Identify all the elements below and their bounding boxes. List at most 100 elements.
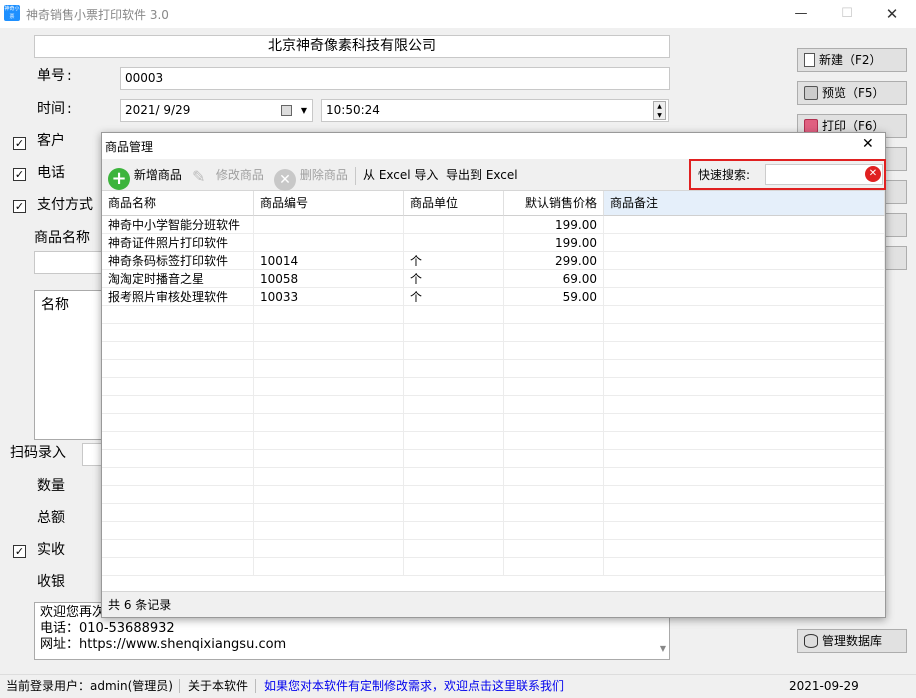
table-cell[interactable]: 淘淘定时播音之星 [102,270,254,288]
empty-cell [102,432,254,450]
empty-cell [504,342,604,360]
scan-label: 扫码录入 [10,445,66,461]
new-button[interactable]: 新建（F2） [797,48,907,72]
delete-icon: ✕ [274,169,296,191]
items-list[interactable]: 名称 [34,290,104,440]
close-button[interactable]: ✕ [869,0,915,28]
table-cell[interactable] [404,216,504,234]
scan-input[interactable] [82,443,102,466]
column-header-price[interactable]: 默认销售价格 [504,191,604,216]
empty-cell [404,432,504,450]
dialog-close-button[interactable]: ✕ [862,136,874,152]
order-no-label: 单号: [37,68,72,84]
table-cell[interactable] [604,216,885,234]
time-field[interactable]: 10:50:24 ▲ ▼ [321,99,669,122]
scroll-down-icon[interactable]: ▼ [660,641,666,657]
customer-checkbox[interactable]: ✓ [13,137,26,150]
delete-product-button[interactable]: ✕ 删除商品 [274,163,348,191]
import-excel-button[interactable]: 从 Excel 导入 [363,163,438,187]
about-link[interactable]: 关于本软件 [188,675,248,697]
empty-cell [404,378,504,396]
custom-contact-link[interactable]: 如果您对本软件有定制修改需求，欢迎点击这里联系我们 [264,675,564,697]
table-cell[interactable] [604,270,885,288]
order-no-field[interactable]: 00003 [120,67,670,90]
table-cell[interactable]: 个 [404,252,504,270]
minimize-button[interactable]: — [778,0,824,28]
phone-checkbox[interactable]: ✓ [13,168,26,181]
table-cell[interactable]: 个 [404,270,504,288]
empty-cell [604,558,885,576]
app-logo-icon: 神奇小票 [4,5,20,21]
dialog-toolbar: + 新增商品 ✎ 修改商品 ✕ 删除商品 从 Excel 导入 导出到 Exce… [102,159,886,191]
empty-cell [604,306,885,324]
empty-cell [504,396,604,414]
table-cell[interactable]: 10058 [254,270,404,288]
column-header-unit[interactable]: 商品单位 [404,191,504,216]
edit-product-button[interactable]: ✎ 修改商品 [192,163,264,187]
table-cell[interactable]: 10033 [254,288,404,306]
company-name-field[interactable]: 北京神奇像素科技有限公司 [34,35,670,58]
empty-cell [404,450,504,468]
empty-cell [404,396,504,414]
empty-cell [504,360,604,378]
table-cell[interactable] [254,216,404,234]
qty-label: 数量 [37,478,65,494]
empty-cell [102,450,254,468]
separator [355,167,356,185]
phone-label: 电话 [37,165,65,181]
status-datetime: 2021-09-29 16:00:00 [789,679,859,693]
total-label: 总额 [37,510,65,526]
empty-cell [102,540,254,558]
empty-cell [102,378,254,396]
table-cell[interactable]: 69.00 [504,270,604,288]
empty-cell [254,432,404,450]
empty-cell [254,324,404,342]
empty-cell [604,324,885,342]
table-cell[interactable] [604,288,885,306]
table-cell[interactable]: 神奇中小学智能分班软件 [102,216,254,234]
table-cell[interactable]: 199.00 [504,216,604,234]
empty-cell [102,522,254,540]
date-picker[interactable]: 2021/ 9/29 ▼ [120,99,313,122]
table-cell[interactable] [604,234,885,252]
table-cell[interactable] [604,252,885,270]
product-name-field[interactable] [34,251,104,274]
table-cell[interactable] [254,234,404,252]
empty-cell [504,450,604,468]
empty-cell [504,378,604,396]
chevron-down-icon[interactable]: ▼ [301,100,307,121]
add-product-button[interactable]: + 新增商品 [108,163,182,190]
paid-checkbox[interactable]: ✓ [13,545,26,558]
clear-search-icon[interactable]: ✕ [865,166,881,182]
column-header-note[interactable]: 商品备注 [604,191,885,216]
payment-label: 支付方式 [37,197,93,213]
empty-cell [254,558,404,576]
table-cell[interactable]: 199.00 [504,234,604,252]
print-icon [804,119,818,133]
table-cell[interactable] [404,234,504,252]
empty-cell [404,468,504,486]
product-management-dialog: 商品管理 ✕ + 新增商品 ✎ 修改商品 ✕ 删除商品 从 Excel 导入 导… [101,132,886,618]
table-cell[interactable]: 10014 [254,252,404,270]
table-cell[interactable]: 299.00 [504,252,604,270]
status-bar: 当前登录用户：admin(管理员) 关于本软件 如果您对本软件有定制修改需求，欢… [0,674,916,698]
payment-checkbox[interactable]: ✓ [13,200,26,213]
table-cell[interactable]: 神奇条码标签打印软件 [102,252,254,270]
add-icon: + [108,168,130,190]
empty-cell [102,504,254,522]
table-cell[interactable]: 59.00 [504,288,604,306]
empty-cell [604,450,885,468]
preview-button[interactable]: 预览（F5） [797,81,907,105]
empty-cell [404,540,504,558]
time-spinner-icon[interactable]: ▲ ▼ [653,101,666,120]
table-cell[interactable]: 神奇证件照片打印软件 [102,234,254,252]
export-excel-button[interactable]: 导出到 Excel [446,163,518,187]
manage-db-button[interactable]: 管理数据库 [797,629,907,653]
calendar-icon[interactable] [281,105,292,116]
table-cell[interactable]: 报考照片审核处理软件 [102,288,254,306]
empty-cell [404,360,504,378]
quick-search-label: 快速搜索: [698,168,751,182]
table-cell[interactable]: 个 [404,288,504,306]
column-header-name[interactable]: 商品名称 [102,191,254,216]
column-header-code[interactable]: 商品编号 [254,191,404,216]
